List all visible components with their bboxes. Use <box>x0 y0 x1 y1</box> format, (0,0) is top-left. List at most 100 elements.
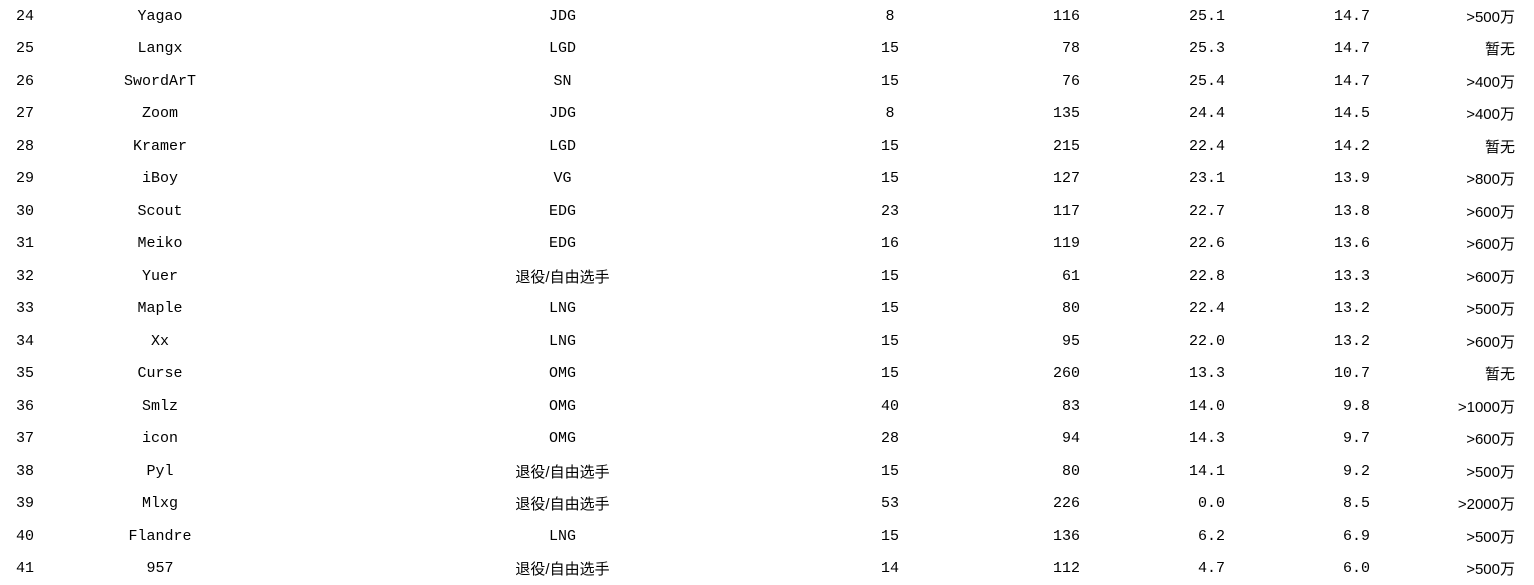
stat6-cell: 22.7 <box>1090 203 1235 220</box>
stat7-cell: 6.0 <box>1235 560 1380 577</box>
team-cell: JDG <box>280 8 845 25</box>
table-row: 34XxLNG159522.013.2>600万 <box>0 325 1534 358</box>
table-row: 29iBoyVG1512723.113.9>800万 <box>0 163 1534 196</box>
stat7-cell: 13.2 <box>1235 300 1380 317</box>
salary-cell: >500万 <box>1380 526 1530 547</box>
rank-cell: 40 <box>0 528 40 545</box>
stat6-cell: 23.1 <box>1090 170 1235 187</box>
stat6-cell: 14.0 <box>1090 398 1235 415</box>
stat4-cell: 23 <box>845 203 935 220</box>
stat7-cell: 13.3 <box>1235 268 1380 285</box>
team-cell: 退役/自由选手 <box>280 493 845 514</box>
rank-cell: 27 <box>0 105 40 122</box>
salary-cell: >2000万 <box>1380 493 1530 514</box>
team-cell: EDG <box>280 235 845 252</box>
table-row: 37iconOMG289414.39.7>600万 <box>0 423 1534 456</box>
team-cell: LNG <box>280 528 845 545</box>
stat6-cell: 22.4 <box>1090 138 1235 155</box>
table-row: 27ZoomJDG813524.414.5>400万 <box>0 98 1534 131</box>
stat5-cell: 83 <box>935 398 1090 415</box>
stat5-cell: 127 <box>935 170 1090 187</box>
stat4-cell: 15 <box>845 365 935 382</box>
table-row: 33MapleLNG158022.413.2>500万 <box>0 293 1534 326</box>
player-cell: Maple <box>40 300 280 317</box>
stat7-cell: 14.2 <box>1235 138 1380 155</box>
team-cell: 退役/自由选手 <box>280 461 845 482</box>
team-cell: OMG <box>280 430 845 447</box>
table-row: 38Pyl退役/自由选手158014.19.2>500万 <box>0 455 1534 488</box>
table-row: 40FlandreLNG151366.26.9>500万 <box>0 520 1534 553</box>
stat5-cell: 80 <box>935 300 1090 317</box>
stat6-cell: 22.4 <box>1090 300 1235 317</box>
team-cell: 退役/自由选手 <box>280 558 845 579</box>
stat5-cell: 135 <box>935 105 1090 122</box>
stat7-cell: 14.5 <box>1235 105 1380 122</box>
stat6-cell: 25.3 <box>1090 40 1235 57</box>
stat7-cell: 14.7 <box>1235 40 1380 57</box>
salary-cell: 暂无 <box>1380 136 1530 157</box>
rank-cell: 36 <box>0 398 40 415</box>
player-cell: Pyl <box>40 463 280 480</box>
salary-cell: >600万 <box>1380 428 1530 449</box>
player-cell: Kramer <box>40 138 280 155</box>
player-cell: iBoy <box>40 170 280 187</box>
stat6-cell: 0.0 <box>1090 495 1235 512</box>
salary-cell: >500万 <box>1380 298 1530 319</box>
stat6-cell: 4.7 <box>1090 560 1235 577</box>
stat5-cell: 95 <box>935 333 1090 350</box>
rank-cell: 39 <box>0 495 40 512</box>
stat5-cell: 260 <box>935 365 1090 382</box>
stat4-cell: 16 <box>845 235 935 252</box>
team-cell: EDG <box>280 203 845 220</box>
stat5-cell: 80 <box>935 463 1090 480</box>
stat5-cell: 76 <box>935 73 1090 90</box>
player-cell: Meiko <box>40 235 280 252</box>
stat6-cell: 6.2 <box>1090 528 1235 545</box>
rank-cell: 31 <box>0 235 40 252</box>
player-cell: Flandre <box>40 528 280 545</box>
salary-cell: >500万 <box>1380 558 1530 579</box>
stat6-cell: 22.8 <box>1090 268 1235 285</box>
rank-cell: 28 <box>0 138 40 155</box>
stat7-cell: 8.5 <box>1235 495 1380 512</box>
stat7-cell: 9.2 <box>1235 463 1380 480</box>
table-row: 26SwordArTSN157625.414.7>400万 <box>0 65 1534 98</box>
player-cell: Mlxg <box>40 495 280 512</box>
stat5-cell: 136 <box>935 528 1090 545</box>
rank-cell: 38 <box>0 463 40 480</box>
rank-cell: 33 <box>0 300 40 317</box>
table-row: 28KramerLGD1521522.414.2暂无 <box>0 130 1534 163</box>
stat6-cell: 25.4 <box>1090 73 1235 90</box>
salary-cell: 暂无 <box>1380 363 1530 384</box>
rank-cell: 34 <box>0 333 40 350</box>
salary-cell: >600万 <box>1380 201 1530 222</box>
stat7-cell: 9.8 <box>1235 398 1380 415</box>
stat7-cell: 13.6 <box>1235 235 1380 252</box>
stat5-cell: 94 <box>935 430 1090 447</box>
stat7-cell: 13.2 <box>1235 333 1380 350</box>
team-cell: 退役/自由选手 <box>280 266 845 287</box>
stat6-cell: 14.3 <box>1090 430 1235 447</box>
stat4-cell: 8 <box>845 8 935 25</box>
table-row: 25LangxLGD157825.314.7暂无 <box>0 33 1534 66</box>
stat6-cell: 22.0 <box>1090 333 1235 350</box>
table-row: 24YagaoJDG811625.114.7>500万 <box>0 0 1534 33</box>
stat5-cell: 78 <box>935 40 1090 57</box>
player-cell: Scout <box>40 203 280 220</box>
table-row: 39Mlxg退役/自由选手532260.08.5>2000万 <box>0 488 1534 521</box>
player-cell: Langx <box>40 40 280 57</box>
table-row: 30ScoutEDG2311722.713.8>600万 <box>0 195 1534 228</box>
player-cell: SwordArT <box>40 73 280 90</box>
table-row: 36SmlzOMG408314.09.8>1000万 <box>0 390 1534 423</box>
rank-cell: 25 <box>0 40 40 57</box>
team-cell: OMG <box>280 365 845 382</box>
team-cell: LGD <box>280 138 845 155</box>
salary-cell: >600万 <box>1380 233 1530 254</box>
team-cell: JDG <box>280 105 845 122</box>
salary-cell: >400万 <box>1380 103 1530 124</box>
stat4-cell: 15 <box>845 73 935 90</box>
stat5-cell: 119 <box>935 235 1090 252</box>
salary-cell: 暂无 <box>1380 38 1530 59</box>
stat7-cell: 14.7 <box>1235 8 1380 25</box>
player-cell: Zoom <box>40 105 280 122</box>
